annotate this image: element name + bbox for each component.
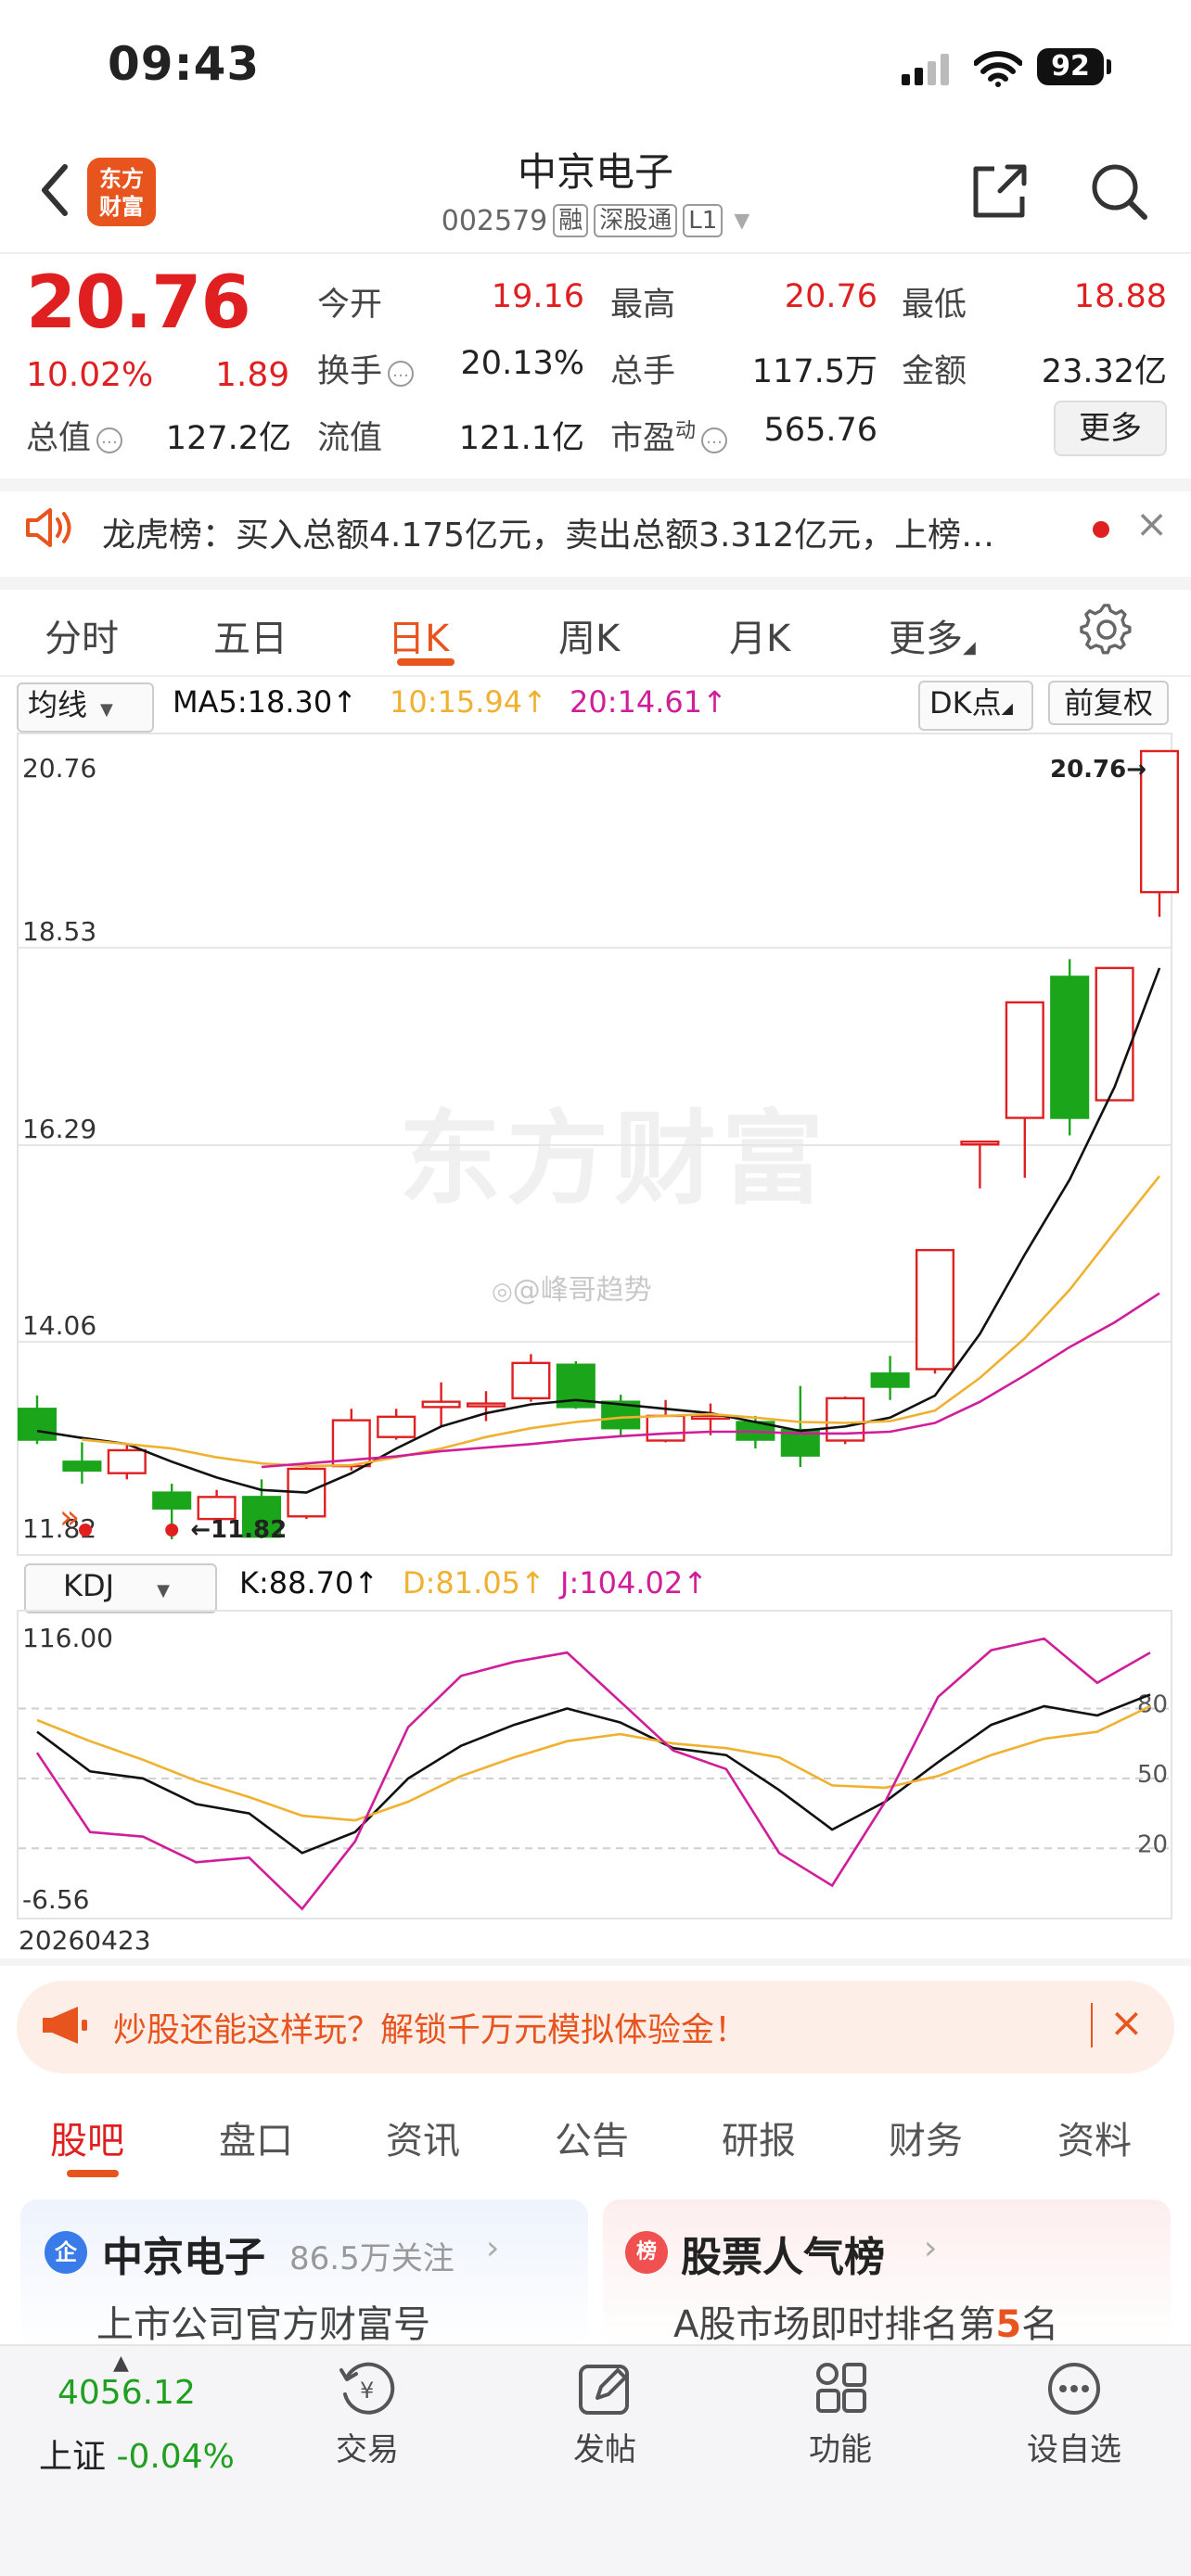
popularity-card-subtitle: A股市场即时排名第5名	[673, 2294, 1058, 2348]
enterprise-icon: 企	[45, 2231, 87, 2274]
candle-body	[646, 1414, 685, 1442]
index-name: 上证	[39, 2438, 107, 2476]
candle-body	[377, 1415, 416, 1438]
promo-text[interactable]: 炒股还能这样玩？解锁千万元模拟体验金！	[113, 2003, 748, 2051]
index-change: -0.04%	[116, 2438, 235, 2476]
ma-line-ma5	[36, 967, 1161, 1494]
k-readout: K:88.70↑	[239, 1565, 378, 1600]
ma-line-20	[261, 1292, 1160, 1469]
kline-chart[interactable]: 20.7618.5316.2914.0611.8220.76→←11.82»80…	[0, 0, 1191, 2576]
tab-profile[interactable]: 资料	[1057, 2111, 1132, 2164]
rank-prefix: A股市场即时排名第	[673, 2303, 996, 2346]
candle-body	[511, 1361, 551, 1400]
chevron-right-icon: ›	[486, 2229, 500, 2267]
company-card-followers: 86.5万关注	[289, 2240, 455, 2277]
dropdown-icon: ▼	[157, 1581, 170, 1600]
nav-trade[interactable]: 交易	[293, 2424, 442, 2469]
rank-suffix: 名	[1021, 2303, 1059, 2346]
kdj-chart-frame[interactable]	[17, 1610, 1172, 1919]
tab-research[interactable]: 研报	[722, 2111, 796, 2164]
high-price-marker: 20.76→	[1050, 756, 1146, 784]
candle-body	[1139, 749, 1180, 894]
kdj-date-label: 20260423	[19, 1925, 151, 1956]
y-axis-label: 14.06	[22, 1310, 96, 1341]
candle-body	[870, 1372, 910, 1388]
svg-text:¥: ¥	[360, 2378, 374, 2404]
add-watchlist-icon[interactable]	[1046, 2361, 1102, 2417]
rank-number: 5	[995, 2303, 1022, 2346]
arrow-up-icon: ↑	[353, 1565, 379, 1600]
chevron-right-icon: ›	[924, 2229, 938, 2267]
trade-icon[interactable]: ¥	[338, 2361, 399, 2418]
candle-body	[421, 1400, 461, 1409]
close-icon[interactable]: ×	[1109, 1999, 1144, 2047]
candle-body	[1050, 976, 1090, 1119]
tab-news[interactable]: 资讯	[386, 2111, 460, 2164]
candle-body	[152, 1491, 192, 1510]
y-axis-label: 16.29	[22, 1114, 96, 1144]
k-value: K:88.70	[239, 1565, 354, 1600]
d-readout: D:81.05↑	[403, 1565, 545, 1600]
signal-dot	[79, 1524, 92, 1537]
candle-body	[17, 1408, 58, 1441]
company-card-subtitle: 上市公司官方财富号	[96, 2303, 430, 2346]
low-price-marker: ←11.82	[190, 1516, 287, 1544]
d-value: D:81.05	[403, 1565, 521, 1600]
expand-chevron-icon: »	[59, 1498, 80, 1537]
candle-body	[107, 1448, 147, 1474]
y-axis-label: 18.53	[22, 916, 96, 947]
tab-guba[interactable]: 股吧	[50, 2111, 124, 2164]
nav-post[interactable]: 发帖	[531, 2424, 679, 2469]
compose-icon[interactable]	[577, 2361, 633, 2417]
candle-body	[960, 1140, 1000, 1146]
popularity-card-title: 股票人气榜	[681, 2234, 885, 2281]
candle-body	[62, 1460, 102, 1473]
arrow-up-icon: ↑	[520, 1565, 545, 1600]
nav-add-watchlist[interactable]: 设自选	[1000, 2424, 1148, 2469]
megaphone-icon	[43, 2007, 87, 2044]
ranking-icon: 榜	[625, 2231, 668, 2274]
chart-divider	[0, 1958, 1191, 1966]
signal-dot	[165, 1524, 179, 1537]
candle-body	[1005, 1001, 1044, 1119]
kdj-selector[interactable]: KDJ ▼	[24, 1563, 217, 1613]
index-value[interactable]: 4056.12	[58, 2374, 196, 2412]
candle-body	[915, 1248, 955, 1371]
functions-icon[interactable]	[814, 2361, 868, 2415]
j-readout: J:104.02↑	[560, 1565, 708, 1600]
company-card-title: 中京电子	[102, 2234, 265, 2281]
j-value: J:104.02	[560, 1565, 684, 1600]
tab-announcements[interactable]: 公告	[555, 2111, 629, 2164]
bottom-tab-underline	[67, 2170, 119, 2177]
y-axis-label: 20.76	[22, 753, 96, 784]
caret-up-icon: ▲	[113, 2352, 129, 2375]
candle-body	[466, 1402, 506, 1408]
tab-pankou[interactable]: 盘口	[219, 2111, 293, 2164]
tab-finance[interactable]: 财务	[889, 2111, 963, 2164]
nav-functions[interactable]: 功能	[766, 2424, 915, 2469]
promo-separator	[1091, 2003, 1093, 2047]
candle-body	[1095, 966, 1134, 1102]
arrow-up-icon: ↑	[683, 1565, 708, 1600]
index-quote[interactable]: 上证 -0.04%	[39, 2429, 235, 2478]
kdj-selector-label: KDJ	[63, 1568, 115, 1603]
